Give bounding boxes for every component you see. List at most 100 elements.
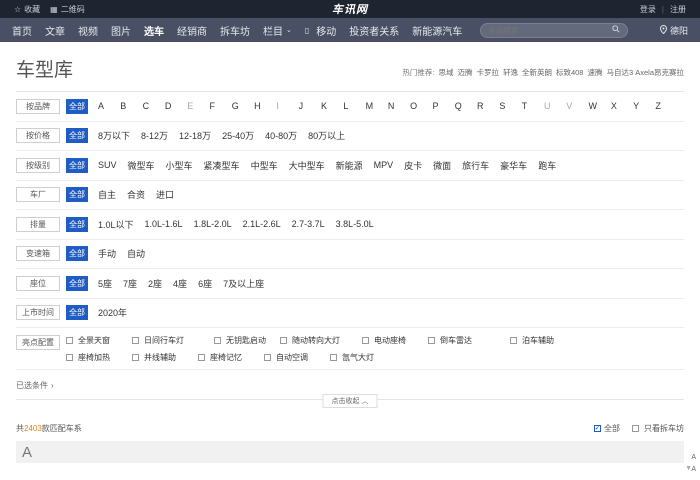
brand-letter[interactable]: W [589,101,611,111]
feature-checkbox[interactable]: 日间行车灯 [132,335,214,346]
filter-option[interactable]: 微面 [433,159,451,172]
feature-checkbox[interactable]: 随动转向大灯 [280,335,362,346]
hot-item[interactable]: 速腾 [587,67,602,78]
filter-option[interactable]: 8万以下 [98,129,130,142]
maker-all-button[interactable]: 全部 [66,187,88,203]
filter-option[interactable]: 新能源 [336,159,363,172]
brand-letter[interactable]: U [544,101,566,111]
nav-item[interactable]: 经销商 [177,23,207,38]
feature-checkbox[interactable]: 倒车雷达 [428,335,510,346]
feature-checkbox[interactable]: 全景天窗 [66,335,132,346]
nav-item[interactable]: 新能源汽车 [412,23,462,38]
filter-option[interactable]: 40-80万 [265,129,297,142]
brand-letter[interactable]: T [522,101,544,111]
nav-item[interactable]: 拆车坊 [220,23,250,38]
nav-item[interactable]: 视频 [78,23,98,38]
brand-letter[interactable]: Z [655,101,677,111]
filter-option[interactable]: 自主 [98,188,116,201]
filter-option[interactable]: 1.0L-1.6L [145,219,183,229]
hot-item[interactable]: 标致408 [556,67,584,78]
brand-letter[interactable]: V [566,101,588,111]
filter-option[interactable]: SUV [98,160,117,170]
filter-option[interactable]: 大中型车 [289,159,325,172]
hot-item[interactable]: 轩逸 [503,67,518,78]
filter-option[interactable]: MPV [374,160,394,170]
filter-option[interactable]: 进口 [156,188,174,201]
brand-letter[interactable]: N [388,101,410,111]
location-selector[interactable]: 德阳 [659,24,688,37]
brand-letter[interactable]: J [299,101,321,111]
brand-letter[interactable]: S [499,101,521,111]
side-index-letter[interactable]: A [691,464,696,476]
nav-item[interactable]: 首页 [12,23,32,38]
nav-item[interactable]: 文章 [45,23,65,38]
displacement-all-button[interactable]: 全部 [66,216,88,232]
feature-checkbox[interactable]: 泊车辅助 [510,335,592,346]
hot-item[interactable]: 迈腾 [457,67,472,78]
feature-checkbox[interactable]: 氙气大灯 [330,352,396,363]
qrcode-link[interactable]: ▦ 二维码 [50,4,85,15]
brand-letter[interactable]: P [432,101,454,111]
filter-option[interactable]: 旅行车 [462,159,489,172]
feature-checkbox[interactable]: 并线辅助 [132,352,198,363]
brand-letter[interactable]: R [477,101,499,111]
filter-option[interactable]: 1.8L-2.0L [194,219,232,229]
filter-option[interactable]: 手动 [98,247,116,260]
filter-option[interactable]: 80万以上 [308,129,345,142]
filter-option[interactable]: 4座 [173,277,187,290]
collapse-button[interactable]: 点击收起 ︿ [322,394,378,408]
filter-option[interactable]: 25-40万 [222,129,254,142]
filter-option[interactable]: 8-12万 [141,129,168,142]
brand-letter[interactable]: I [276,101,298,111]
hot-item[interactable]: 思域 [438,67,453,78]
filter-option[interactable]: 1.0L以下 [98,218,134,231]
selected-conditions[interactable]: 已选条件 › [0,380,700,391]
filter-option[interactable]: 3.8L-5.0L [336,219,374,229]
site-logo[interactable]: 车讯网 [332,1,368,17]
brand-letter[interactable]: G [232,101,254,111]
hot-item[interactable]: 马自达3 Axela昂克赛拉 [606,67,684,78]
feature-checkbox[interactable]: 座椅记忆 [198,352,264,363]
filter-option[interactable]: 豪华车 [500,159,527,172]
favorite-link[interactable]: ☆ 收藏 [14,4,40,15]
nav-item[interactable]: 移动 [316,23,336,38]
filter-option[interactable]: 6座 [198,277,212,290]
brand-letter[interactable]: O [410,101,432,111]
filter-option[interactable]: 小型车 [166,159,193,172]
filter-option[interactable]: 皮卡 [404,159,422,172]
brand-letter[interactable]: Q [455,101,477,111]
feature-checkbox[interactable]: 自动空调 [264,352,330,363]
filter-option[interactable]: 2.1L-2.6L [243,219,281,229]
filter-option[interactable]: 跑车 [538,159,556,172]
filter-all-checkbox[interactable]: ✓ 全部 [594,423,620,434]
feature-checkbox[interactable]: 电动座椅 [362,335,428,346]
search-icon[interactable] [612,25,620,35]
brand-letter[interactable]: Y [633,101,655,111]
filter-option[interactable]: 7及以上座 [223,277,264,290]
filter-option[interactable]: 紧凑型车 [204,159,240,172]
register-link[interactable]: 注册 [670,4,686,15]
nav-item[interactable]: 图片 [111,23,131,38]
filter-option[interactable]: 自动 [127,247,145,260]
nav-item[interactable]: 投资者关系 [349,23,399,38]
feature-checkbox[interactable]: 无钥匙启动 [214,335,280,346]
nav-item[interactable]: 栏目 [263,23,283,38]
level-all-button[interactable]: 全部 [66,157,88,173]
scroll-down-icon[interactable]: ▼ [685,465,692,472]
filter-option[interactable]: 2020年 [98,306,127,319]
price-all-button[interactable]: 全部 [66,128,88,144]
brand-letter[interactable]: L [343,101,365,111]
search-box[interactable] [480,22,629,38]
filter-option[interactable]: 12-18万 [179,129,211,142]
brand-letter[interactable]: X [611,101,633,111]
brand-letter[interactable]: H [254,101,276,111]
filter-option[interactable]: 2座 [148,277,162,290]
brand-letter[interactable]: M [366,101,388,111]
brand-letter[interactable]: A [98,101,120,111]
gearbox-all-button[interactable]: 全部 [66,246,88,262]
filter-demolition-checkbox[interactable]: 只看拆车坊 [632,423,684,434]
year-all-button[interactable]: 全部 [66,305,88,321]
hot-item[interactable]: 卡罗拉 [476,67,499,78]
filter-option[interactable]: 微型车 [128,159,155,172]
seats-all-button[interactable]: 全部 [66,275,88,291]
